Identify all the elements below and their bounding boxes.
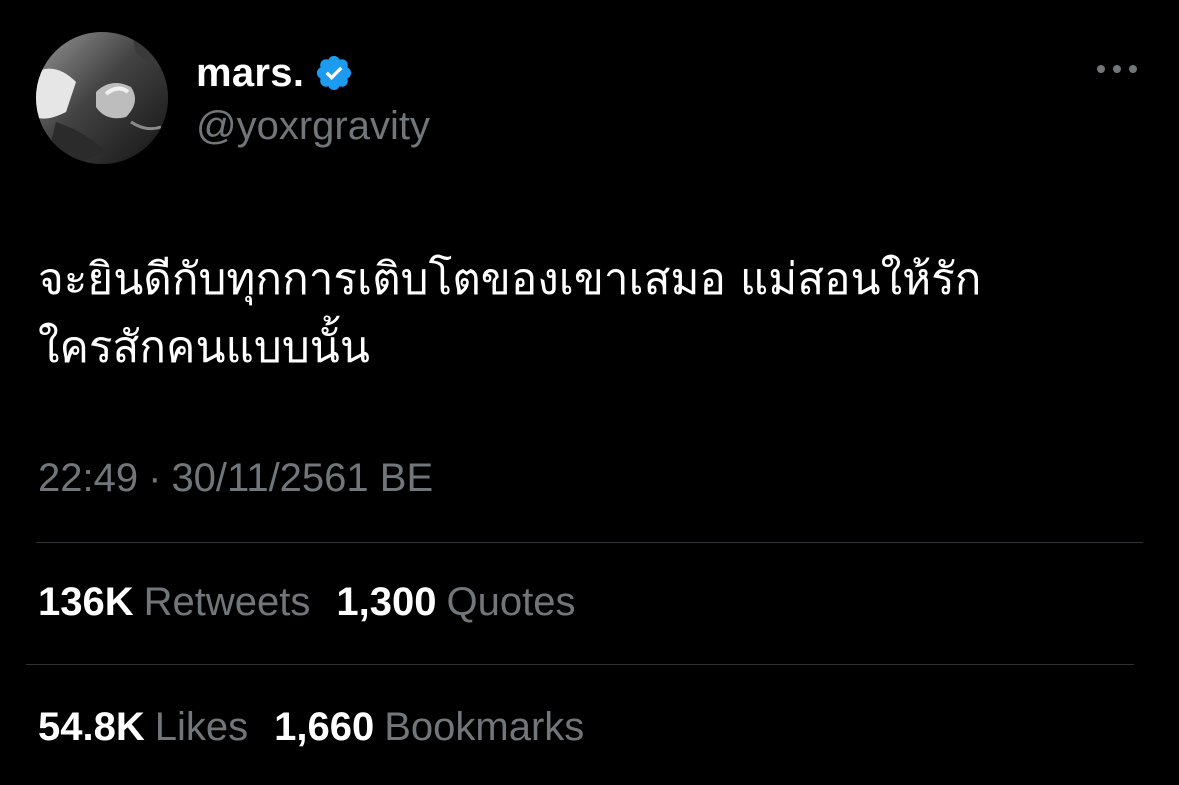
likes-count: 54.8K <box>38 705 145 749</box>
divider <box>26 664 1134 665</box>
tweet-detail: mars. @yoxrgravity จะยินดีกับทุกการเติบโ… <box>0 0 1179 785</box>
quotes-count: 1,300 <box>336 580 437 624</box>
retweets-label: Retweets <box>143 580 311 624</box>
verified-badge-icon <box>314 53 354 93</box>
divider <box>36 542 1143 543</box>
more-options-icon[interactable] <box>1092 54 1142 84</box>
avatar-image <box>36 32 168 164</box>
retweets-count: 136K <box>38 580 134 624</box>
separator: · <box>148 456 162 500</box>
bookmarks-count: 1,660 <box>274 705 375 749</box>
tweet-timestamp[interactable]: 22:49 · 30/11/2561 BE <box>38 456 433 501</box>
author-handle[interactable]: @yoxrgravity <box>196 104 430 149</box>
bookmarks-label: Bookmarks <box>384 705 585 749</box>
retweets-stat[interactable]: 136K Retweets <box>38 580 310 625</box>
tweet-date: 30/11/2561 BE <box>171 456 434 500</box>
bookmarks-stat[interactable]: 1,660 Bookmarks <box>274 705 584 750</box>
display-name[interactable]: mars. <box>196 51 304 96</box>
quotes-label: Quotes <box>446 580 576 624</box>
likes-stat[interactable]: 54.8K Likes <box>38 705 248 750</box>
author-name-row: mars. <box>196 48 354 98</box>
stats-row-retweets-quotes: 136K Retweets 1,300 Quotes <box>38 580 601 625</box>
tweet-text-line: ใครสักคนแบบนั้น <box>38 322 370 373</box>
tweet-time: 22:49 <box>38 456 139 500</box>
tweet-text-line: จะยินดีกับทุกการเติบโตของเขาเสมอ แม่สอนใ… <box>38 254 982 305</box>
stats-row-likes-bookmarks: 54.8K Likes 1,660 Bookmarks <box>38 705 610 750</box>
tweet-text: จะยินดีกับทุกการเติบโตของเขาเสมอ แม่สอนใ… <box>38 246 1138 382</box>
avatar[interactable] <box>36 32 168 164</box>
likes-label: Likes <box>154 705 249 749</box>
quotes-stat[interactable]: 1,300 Quotes <box>336 580 575 625</box>
